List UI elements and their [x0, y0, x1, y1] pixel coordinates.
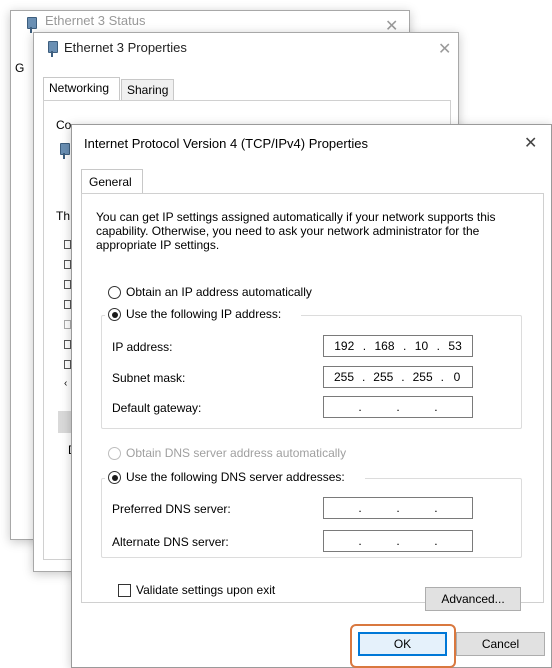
- ip-octet: 168: [374, 339, 395, 353]
- close-icon[interactable]: ✕: [524, 136, 537, 152]
- ipv4-properties-dialog: Internet Protocol Version 4 (TCP/IPv4) P…: [71, 124, 552, 668]
- obtain-ip-auto-radio[interactable]: [108, 286, 121, 299]
- subnet-octet: 0: [453, 370, 461, 384]
- obtain-ip-auto-label[interactable]: Obtain an IP address automatically: [126, 285, 312, 299]
- description-text: You can get IP settings assigned automat…: [96, 210, 496, 252]
- connect-using-label: Co: [56, 118, 72, 132]
- default-gateway-label: Default gateway:: [112, 401, 202, 415]
- install-button[interactable]: [58, 411, 72, 433]
- ip-octet: 10: [414, 339, 429, 353]
- obtain-dns-auto-radio[interactable]: [108, 447, 121, 460]
- ok-button[interactable]: OK: [358, 632, 447, 656]
- properties-window-title: Ethernet 3 Properties: [64, 40, 187, 55]
- ip-address-field[interactable]: 192. 168. 10. 53: [323, 335, 473, 357]
- cancel-button[interactable]: Cancel: [456, 632, 545, 656]
- status-fragment-text: G: [15, 61, 25, 75]
- tab-networking[interactable]: Networking: [43, 77, 120, 101]
- obtain-dns-auto-label[interactable]: Obtain DNS server address automatically: [126, 446, 346, 460]
- dialog-titlebar: Internet Protocol Version 4 (TCP/IPv4) P…: [72, 125, 551, 159]
- ip-address-label: IP address:: [112, 340, 173, 354]
- use-following-dns-radio[interactable]: [108, 471, 121, 484]
- use-following-dns-label[interactable]: Use the following DNS server addresses:: [126, 470, 345, 484]
- scroll-left-icon[interactable]: ‹: [64, 378, 67, 389]
- subnet-octet: 255: [412, 370, 433, 384]
- tab-sharing[interactable]: Sharing: [121, 79, 174, 101]
- properties-titlebar: Ethernet 3 Properties ✕: [34, 33, 458, 63]
- use-following-ip-label[interactable]: Use the following IP address:: [126, 307, 281, 321]
- network-adapter-icon: [46, 41, 58, 57]
- item-checkbox[interactable]: [64, 240, 71, 249]
- item-checkbox[interactable]: [64, 320, 71, 329]
- default-gateway-field[interactable]: . . .: [323, 396, 473, 418]
- advanced-button[interactable]: Advanced...: [425, 587, 521, 611]
- tab-general[interactable]: General: [81, 169, 143, 194]
- use-following-ip-radio[interactable]: [108, 308, 121, 321]
- adapter-icon: [58, 143, 70, 159]
- alternate-dns-field[interactable]: ...: [323, 530, 473, 552]
- this-connection-label: Th: [56, 209, 71, 223]
- subnet-octet: 255: [333, 370, 355, 384]
- item-checkbox[interactable]: [64, 260, 71, 269]
- validate-checkbox[interactable]: [118, 584, 131, 597]
- subnet-mask-label: Subnet mask:: [112, 371, 186, 385]
- subnet-mask-field[interactable]: 255. 255. 255. 0: [323, 366, 473, 388]
- item-checkbox[interactable]: [64, 340, 71, 349]
- ip-octet: 192: [334, 339, 355, 353]
- preferred-dns-field[interactable]: ...: [323, 497, 473, 519]
- subnet-octet: 255: [373, 370, 394, 384]
- close-icon[interactable]: ✕: [438, 42, 451, 58]
- network-adapter-icon: [25, 17, 37, 33]
- validate-label[interactable]: Validate settings upon exit: [136, 583, 275, 597]
- preferred-dns-label: Preferred DNS server:: [112, 502, 231, 516]
- ip-octet: 53: [448, 339, 462, 353]
- item-checkbox[interactable]: [64, 280, 71, 289]
- item-checkbox[interactable]: [64, 360, 71, 369]
- dialog-title: Internet Protocol Version 4 (TCP/IPv4) P…: [84, 136, 368, 151]
- status-window-title: Ethernet 3 Status: [45, 13, 146, 28]
- alternate-dns-label: Alternate DNS server:: [112, 535, 229, 549]
- item-checkbox[interactable]: [64, 300, 71, 309]
